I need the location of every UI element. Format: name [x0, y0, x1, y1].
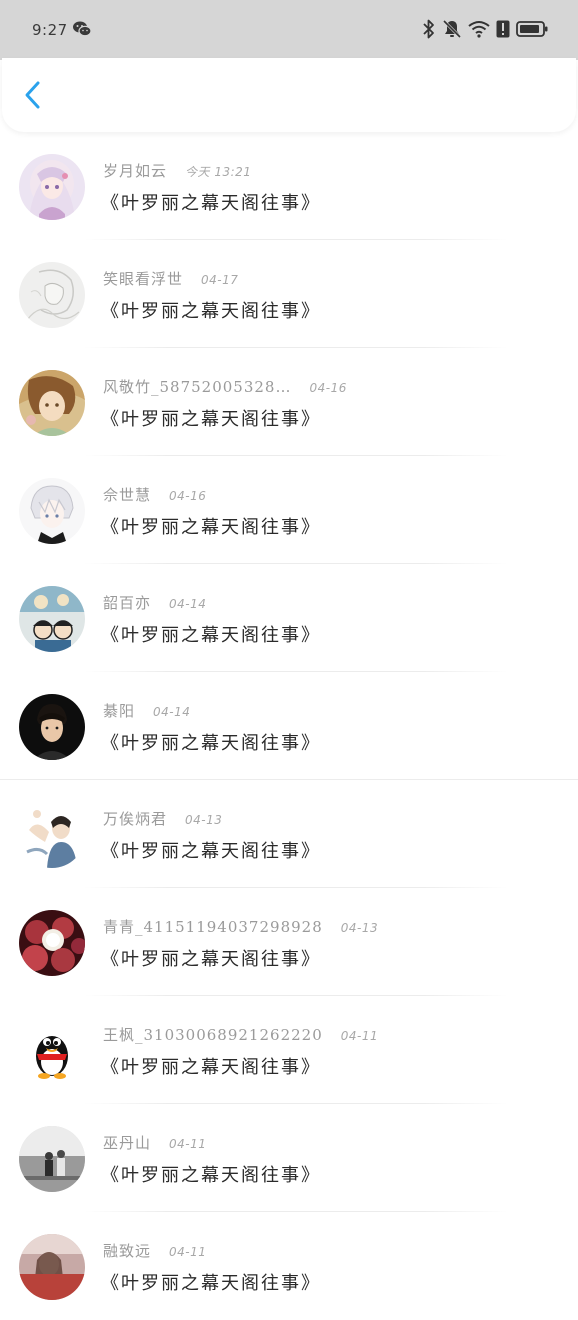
- item-meta: 笑眼看浮世 04-17: [103, 268, 238, 289]
- alert-icon: [496, 20, 510, 38]
- content-text: 《叶罗丽之幕天阁往事》: [101, 949, 321, 970]
- content-text: 《叶罗丽之幕天阁往事》: [101, 1273, 321, 1294]
- list-item[interactable]: 岁月如云 今天 13:21 《叶罗丽之幕天阁往事》: [0, 132, 578, 240]
- anime-girl-avatar[interactable]: [19, 154, 85, 220]
- content-text: 《叶罗丽之幕天阁往事》: [101, 625, 321, 646]
- date: 04-13: [185, 813, 223, 827]
- user-list: 岁月如云 今天 13:21 《叶罗丽之幕天阁往事》 笑眼看浮世 04-17 《叶…: [0, 132, 578, 1320]
- person-photo-avatar[interactable]: [19, 694, 85, 760]
- content-text: 《叶罗丽之幕天阁往事》: [101, 409, 321, 430]
- header: [2, 58, 576, 132]
- username[interactable]: 风敬竹_58752005328…: [103, 376, 291, 397]
- sketch-avatar[interactable]: [19, 262, 85, 328]
- list-item[interactable]: 融致远 04-11 《叶罗丽之幕天阁往事》: [0, 1212, 578, 1320]
- content-text: 《叶罗丽之幕天阁往事》: [101, 301, 321, 322]
- date: 04-16: [309, 381, 347, 395]
- item-meta: 韶百亦 04-14: [103, 592, 206, 613]
- content-text: 《叶罗丽之幕天阁往事》: [101, 733, 321, 754]
- list-item[interactable]: 王枫_31030068921262220 04-11 《叶罗丽之幕天阁往事》: [0, 996, 578, 1104]
- date: 04-14: [153, 705, 191, 719]
- lychee-avatar[interactable]: [19, 910, 85, 976]
- username[interactable]: 王枫_31030068921262220: [103, 1024, 323, 1045]
- item-meta: 青青_41151194037298928 04-13: [103, 916, 378, 937]
- bluetooth-icon: [422, 19, 436, 39]
- list-item[interactable]: 风敬竹_58752005328… 04-16 《叶罗丽之幕天阁往事》: [0, 348, 578, 456]
- item-meta: 风敬竹_58752005328… 04-16: [103, 376, 347, 397]
- list-item[interactable]: 万俟炳君 04-13 《叶罗丽之幕天阁往事》: [0, 780, 578, 888]
- content-text: 《叶罗丽之幕天阁往事》: [101, 841, 321, 862]
- item-meta: 巫丹山 04-11: [103, 1132, 206, 1153]
- item-meta: 綦阳 04-14: [103, 700, 190, 721]
- username[interactable]: 巫丹山: [103, 1132, 151, 1153]
- username[interactable]: 綦阳: [103, 700, 135, 721]
- date: 04-11: [169, 1245, 207, 1259]
- username[interactable]: 万俟炳君: [103, 808, 167, 829]
- photo-avatar[interactable]: [19, 1234, 85, 1300]
- list-item[interactable]: 綦阳 04-14 《叶罗丽之幕天阁往事》: [0, 672, 578, 780]
- chevron-left-icon: [23, 80, 43, 114]
- list-item[interactable]: 巫丹山 04-11 《叶罗丽之幕天阁往事》: [0, 1104, 578, 1212]
- item-meta: 融致远 04-11: [103, 1240, 206, 1261]
- date: 04-11: [169, 1137, 207, 1151]
- back-button[interactable]: [16, 80, 50, 114]
- date: 04-13: [340, 921, 379, 935]
- content-text: 《叶罗丽之幕天阁往事》: [101, 1057, 321, 1078]
- couple-photo-avatar[interactable]: [19, 1126, 85, 1192]
- username[interactable]: 岁月如云: [103, 160, 167, 181]
- bell-muted-icon: [442, 19, 462, 39]
- item-meta: 万俟炳君 04-13: [103, 808, 222, 829]
- username[interactable]: 佘世慧: [103, 484, 151, 505]
- date: 今天 13:21: [185, 165, 252, 179]
- list-item[interactable]: 佘世慧 04-16 《叶罗丽之幕天阁往事》: [0, 456, 578, 564]
- date: 04-16: [169, 489, 207, 503]
- wechat-icon: [72, 20, 92, 38]
- item-meta: 佘世慧 04-16: [103, 484, 206, 505]
- anime-painting-avatar[interactable]: [19, 370, 85, 436]
- date: 04-14: [169, 597, 207, 611]
- content-text: 《叶罗丽之幕天阁往事》: [101, 517, 321, 538]
- item-meta: 岁月如云 今天 13:21: [103, 160, 251, 181]
- white-hair-anime-avatar[interactable]: [19, 478, 85, 544]
- content-text: 《叶罗丽之幕天阁往事》: [101, 1165, 321, 1186]
- list-item[interactable]: 青青_41151194037298928 04-13 《叶罗丽之幕天阁往事》: [0, 888, 578, 996]
- date: 04-17: [201, 273, 239, 287]
- date: 04-11: [340, 1029, 379, 1043]
- username[interactable]: 青青_41151194037298928: [103, 916, 323, 937]
- username[interactable]: 融致远: [103, 1240, 151, 1261]
- qq-penguin-avatar[interactable]: [19, 1018, 85, 1084]
- status-time: 9:27: [32, 21, 68, 39]
- battery-icon: [516, 20, 548, 38]
- username[interactable]: 韶百亦: [103, 592, 151, 613]
- list-item[interactable]: 韶百亦 04-14 《叶罗丽之幕天阁往事》: [0, 564, 578, 672]
- item-meta: 王枫_31030068921262220 04-11: [103, 1024, 378, 1045]
- list-item[interactable]: 笑眼看浮世 04-17 《叶罗丽之幕天阁往事》: [0, 240, 578, 348]
- content-text: 《叶罗丽之幕天阁往事》: [101, 193, 321, 214]
- wifi-icon: [468, 20, 490, 38]
- drawing-avatar[interactable]: [19, 802, 85, 868]
- username[interactable]: 笑眼看浮世: [103, 268, 183, 289]
- status-icons: [422, 17, 548, 41]
- status-bar: 9:27: [0, 0, 578, 60]
- cartoon-group-avatar[interactable]: [19, 586, 85, 652]
